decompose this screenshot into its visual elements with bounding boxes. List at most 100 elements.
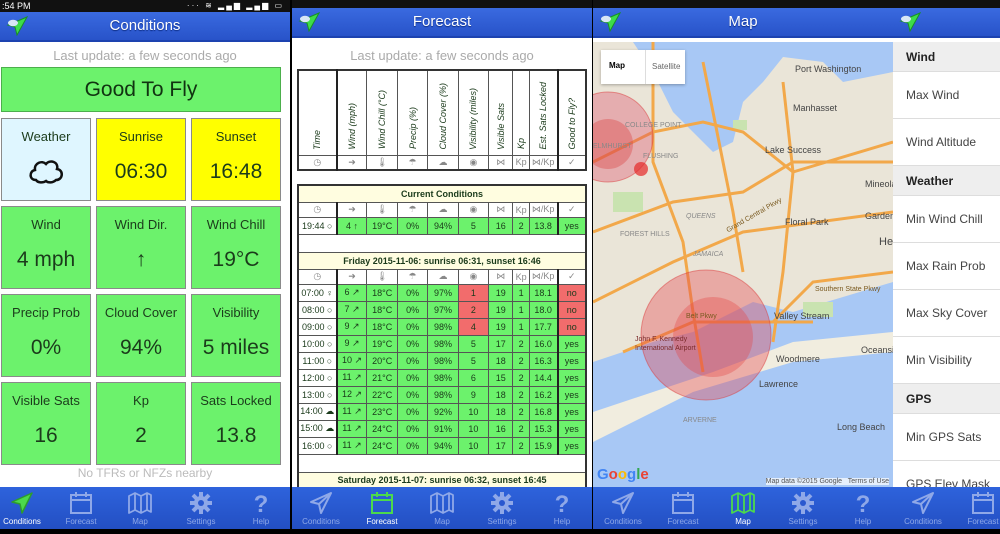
forecast-cell: 21°C — [366, 368, 398, 387]
tile-sats-locked[interactable]: Sats Locked 13.8 — [191, 382, 281, 465]
tile-wind-dir[interactable]: Wind Dir. ↑ — [96, 206, 186, 289]
column-header: Wind Chill (°C) — [366, 69, 398, 156]
forecast-row[interactable]: 15:00 ☁ 11 ↗ 24°C 0% 91% 10 16 2 15.3 yes — [297, 419, 587, 438]
tab-map[interactable]: Map — [110, 487, 170, 529]
page-title: Forecast — [412, 13, 472, 30]
settings-list: Wind Max Wind Wind Altitude Weather Min … — [893, 42, 1000, 508]
tile-kp[interactable]: Kp 2 — [96, 382, 186, 465]
tile-visible-sats[interactable]: Visible Sats 16 — [1, 382, 91, 465]
map-label: QUEENS — [686, 213, 716, 220]
forecast-cell: 94% — [427, 216, 459, 235]
forecast-row[interactable]: 11:00 ○ 10 ↗ 20°C 0% 98% 5 18 2 16.3 yes — [297, 351, 587, 370]
setting-min-visibility[interactable]: Min Visibility — [893, 337, 1000, 384]
tab-settings[interactable]: Settings — [773, 487, 833, 529]
no-fly-zone — [634, 162, 648, 176]
column-icon: ✓ — [556, 268, 587, 285]
terms-of-use-link[interactable]: Terms of Use — [848, 478, 889, 485]
calendar-icon — [670, 490, 696, 516]
forecast-row[interactable]: 16:00 ○ 11 ↗ 24°C 0% 94% 10 17 2 15.9 yes — [297, 436, 587, 455]
tab-map[interactable]: Map — [713, 487, 773, 529]
forecast-row[interactable]: 10:00 ○ 9 ↗ 19°C 0% 98% 5 17 2 16.0 yes — [297, 334, 587, 353]
column-header-row: Time Wind (mph) Wind Chill (°C) Precip (%) C… — [297, 69, 587, 156]
forecast-header: Forecast — [292, 8, 592, 38]
tile-visibility[interactable]: Visibility 5 miles — [191, 294, 281, 377]
forecast-cell: 23°C — [366, 402, 398, 421]
tile-value: 13.8 — [215, 424, 257, 447]
map-type-map-button[interactable]: Map — [609, 61, 625, 70]
status-bar: :54 PM ··· ≋ ▂▄▆ ▂▄▆ ▭ — [0, 0, 290, 12]
map-view[interactable]: Port Washington Manhasset Lake Success C… — [593, 42, 893, 487]
forecast-row[interactable]: 07:00 ♀ 6 ↗ 18°C 0% 97% 1 19 1 18.1 no — [297, 283, 587, 302]
tile-sunrise[interactable]: Sunrise 06:30 — [96, 118, 186, 201]
forecast-cell: 94% — [427, 436, 459, 455]
tile-sunset[interactable]: Sunset 16:48 — [191, 118, 281, 201]
tile-label: Sats Locked — [200, 393, 272, 408]
column-header-label: Precip (%) — [407, 107, 418, 150]
spacer-row — [297, 453, 587, 473]
forecast-row[interactable]: 13:00 ○ 12 ↗ 22°C 0% 98% 9 18 2 16.2 yes — [297, 385, 587, 404]
column-icon: ⋈ — [488, 201, 514, 218]
forecast-cell: 17 — [488, 334, 514, 353]
forecast-cell: 16.2 — [528, 385, 559, 404]
spacer — [297, 233, 587, 253]
tab-conditions[interactable]: Conditions — [593, 487, 653, 529]
status-icons: ··· ≋ ▂▄▆ ▂▄▆ ▭ — [186, 1, 284, 10]
tile-label: Kp — [133, 393, 149, 408]
tile-label: Sunrise — [118, 129, 164, 144]
map-icon — [127, 490, 153, 516]
column-header: Time — [297, 69, 338, 156]
forecast-cell: no — [556, 283, 587, 302]
forecast-row[interactable]: 19:44 ○ 4 ↑ 19°C 0% 94% 5 16 2 13.8 yes — [297, 216, 587, 235]
tile-weather[interactable]: Weather — [1, 118, 91, 201]
tab-help[interactable]: Help — [231, 487, 290, 529]
column-header-label: Est. Sats Locked — [538, 81, 549, 150]
column-header-label: Kp — [516, 138, 527, 150]
map-type-satellite-button[interactable]: Satellite — [645, 50, 680, 84]
setting-max-wind[interactable]: Max Wind — [893, 72, 1000, 119]
park-area — [613, 192, 643, 212]
setting-min-wind-chill[interactable]: Min Wind Chill — [893, 196, 1000, 243]
tab-conditions[interactable]: Conditions — [893, 487, 953, 529]
forecast-row[interactable]: 12:00 ○ 11 ↗ 21°C 0% 98% 6 15 2 14.4 yes — [297, 368, 587, 387]
tile-label: Wind Chill — [206, 217, 266, 232]
tile-value: 0% — [30, 336, 62, 359]
tile-wind[interactable]: Wind 4 mph — [1, 206, 91, 289]
setting-max-sky-cover[interactable]: Max Sky Cover — [893, 290, 1000, 337]
tile-precip[interactable]: Precip Prob 0% — [1, 294, 91, 377]
app-logo-icon — [599, 12, 621, 32]
forecast-cell: 92% — [427, 402, 459, 421]
forecast-cell: 16.3 — [528, 351, 559, 370]
column-icon: ◷ — [297, 154, 338, 171]
tab-settings[interactable]: Settings — [171, 487, 231, 529]
forecast-cell: yes — [556, 351, 587, 370]
column-header: Precip (%) — [396, 69, 429, 156]
forecast-cell: 0% — [396, 283, 429, 302]
tab-map[interactable]: Map — [412, 487, 472, 529]
tab-conditions[interactable]: Conditions — [292, 487, 351, 529]
tab-help[interactable]: Help — [833, 487, 893, 529]
forecast-row[interactable]: 14:00 ☁ 11 ↗ 23°C 0% 92% 10 18 2 16.8 yes — [297, 402, 587, 421]
tab-forecast[interactable]: Forecast — [352, 487, 412, 529]
tab-label: Map — [434, 517, 450, 526]
tab-forecast[interactable]: Forecast — [953, 487, 1000, 529]
tab-forecast[interactable]: Forecast — [51, 487, 111, 529]
tab-settings[interactable]: Settings — [472, 487, 532, 529]
tab-label: Conditions — [604, 517, 642, 526]
tab-forecast[interactable]: Forecast — [653, 487, 713, 529]
setting-max-rain-prob[interactable]: Max Rain Prob — [893, 243, 1000, 290]
forecast-row[interactable]: 09:00 ○ 9 ↗ 18°C 0% 98% 4 19 1 17.7 no — [297, 317, 587, 336]
forecast-cell: 2 — [512, 385, 530, 404]
forecast-cell: 10 — [457, 436, 490, 455]
gear-icon — [489, 490, 515, 516]
map-canvas — [593, 42, 893, 487]
setting-wind-altitude[interactable]: Wind Altitude — [893, 119, 1000, 166]
column-icon: 🌡 — [366, 268, 398, 285]
tile-label: Wind Dir. — [114, 217, 168, 232]
tile-cloud-cover[interactable]: Cloud Cover 94% — [96, 294, 186, 377]
tab-conditions[interactable]: Conditions — [0, 487, 52, 529]
setting-min-gps-sats[interactable]: Min GPS Sats — [893, 414, 1000, 461]
forecast-row[interactable]: 08:00 ○ 7 ↗ 18°C 0% 97% 2 19 1 18.0 no — [297, 300, 587, 319]
tile-wind-chill[interactable]: Wind Chill 19°C — [191, 206, 281, 289]
tab-help[interactable]: Help — [532, 487, 592, 529]
forecast-cell: 9 ↗ — [336, 334, 368, 353]
